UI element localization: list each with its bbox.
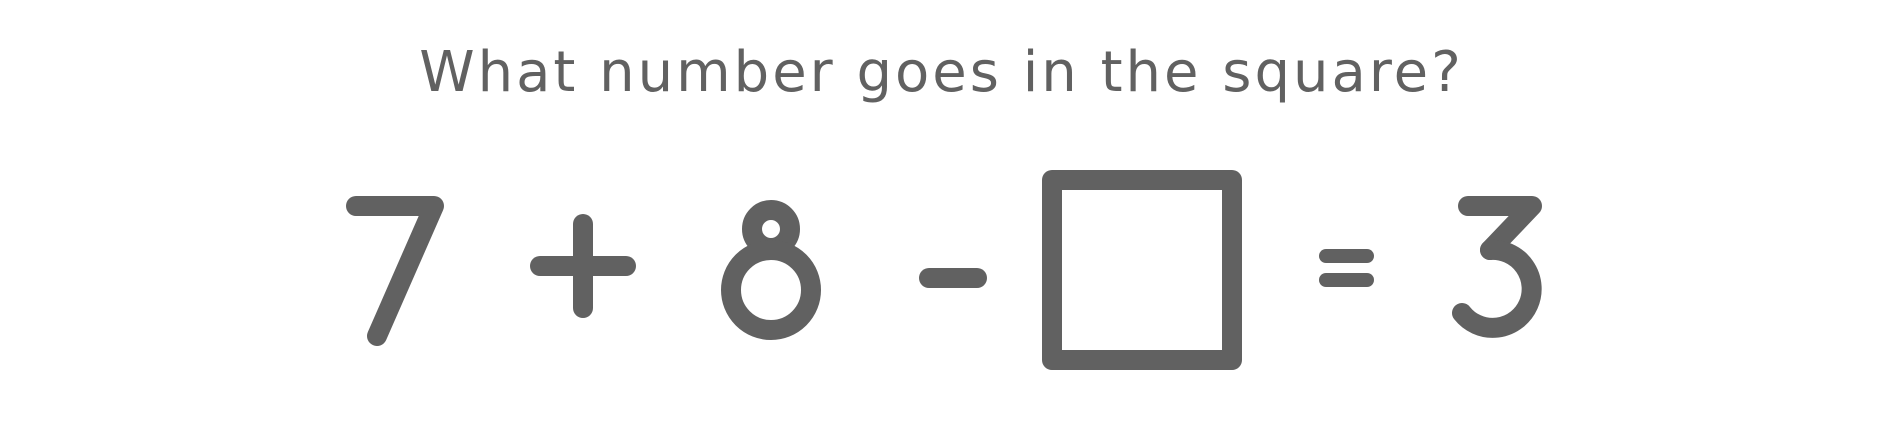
plus-sign <box>530 214 636 318</box>
equals-sign <box>1319 249 1374 287</box>
answer-square <box>1042 170 1242 370</box>
equation <box>0 0 1883 430</box>
digit-three <box>1452 196 1542 338</box>
digit-eight <box>721 200 821 340</box>
equation-drawing <box>346 170 1542 370</box>
digit-seven <box>346 196 444 346</box>
